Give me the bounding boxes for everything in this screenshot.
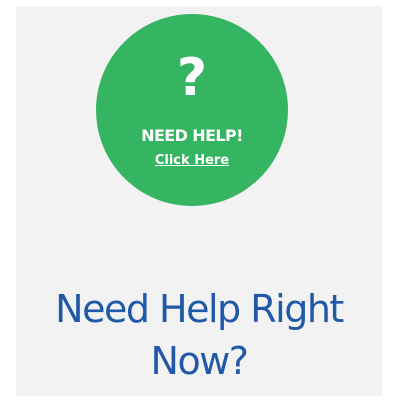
question-mark-icon: ? [176,48,208,108]
need-help-heading: Need Help Right Now? [55,287,344,383]
click-here-link[interactable]: Click Here [96,153,288,169]
need-help-button[interactable]: ? NEED HELP! Click Here [96,14,288,206]
need-help-label: NEED HELP! [141,126,243,145]
